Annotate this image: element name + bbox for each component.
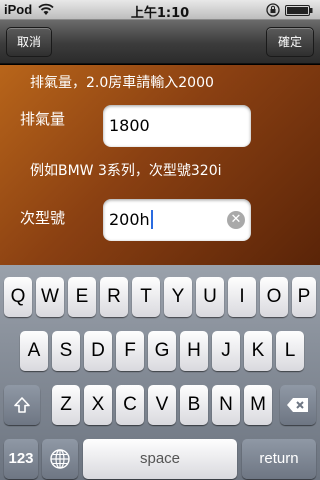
displacement-field[interactable]: 1800 <box>103 105 251 147</box>
text-caret <box>150 209 153 229</box>
displacement-value: 1800 <box>109 116 150 135</box>
key-j[interactable]: J <box>212 331 240 371</box>
key-v[interactable]: V <box>148 385 176 425</box>
clear-icon[interactable]: ✕ <box>227 211 245 229</box>
globe-icon <box>50 449 70 469</box>
model-field[interactable]: 200h ✕ <box>103 199 251 241</box>
key-b[interactable]: B <box>180 385 208 425</box>
rotation-lock-icon <box>266 3 280 17</box>
battery-icon <box>285 5 313 16</box>
key-k[interactable]: K <box>244 331 272 371</box>
key-m[interactable]: M <box>244 385 272 425</box>
form-panel: 排氣量，2.0房車請輸入2000 排氣量 1800 例如BMW 3系列，次型號3… <box>0 65 320 265</box>
key-e[interactable]: E <box>68 277 96 317</box>
delete-icon <box>287 397 308 412</box>
shift-icon <box>14 397 30 413</box>
model-value: 200h <box>109 210 150 229</box>
model-label: 次型號 <box>20 209 66 227</box>
key-u[interactable]: U <box>196 277 224 317</box>
key-n[interactable]: N <box>212 385 240 425</box>
key-g[interactable]: G <box>148 331 176 371</box>
cancel-button[interactable]: 取消 <box>6 27 52 57</box>
key-x[interactable]: X <box>84 385 112 425</box>
displacement-label: 排氣量 <box>20 110 66 128</box>
key-i[interactable]: I <box>228 277 256 317</box>
key-s[interactable]: S <box>52 331 80 371</box>
key-q[interactable]: Q <box>4 277 32 317</box>
key-h[interactable]: H <box>180 331 208 371</box>
status-bar: iPod 上午1:10 <box>0 0 320 21</box>
globe-key[interactable] <box>42 439 78 479</box>
key-r[interactable]: R <box>100 277 128 317</box>
confirm-button[interactable]: 確定 <box>266 27 314 57</box>
displacement-hint: 排氣量，2.0房車請輸入2000 <box>30 75 214 91</box>
delete-key[interactable] <box>280 385 316 425</box>
key-t[interactable]: T <box>132 277 160 317</box>
key-a[interactable]: A <box>20 331 48 371</box>
key-z[interactable]: Z <box>52 385 80 425</box>
key-f[interactable]: F <box>116 331 144 371</box>
key-l[interactable]: L <box>276 331 304 371</box>
shift-key[interactable] <box>4 385 40 425</box>
key-y[interactable]: Y <box>164 277 192 317</box>
numbers-key[interactable]: 123 <box>4 439 38 479</box>
navigation-bar: 取消 確定 <box>0 20 320 64</box>
key-d[interactable]: D <box>84 331 112 371</box>
key-o[interactable]: O <box>260 277 288 317</box>
return-key[interactable]: return <box>242 439 316 479</box>
key-c[interactable]: C <box>116 385 144 425</box>
key-p[interactable]: P <box>292 277 316 317</box>
keyboard: Q W E R T Y U I O P A S D F G H J K L Z … <box>0 265 320 480</box>
model-hint: 例如BMW 3系列，次型號320i <box>30 163 222 179</box>
space-key[interactable]: space <box>83 439 237 479</box>
key-w[interactable]: W <box>36 277 64 317</box>
